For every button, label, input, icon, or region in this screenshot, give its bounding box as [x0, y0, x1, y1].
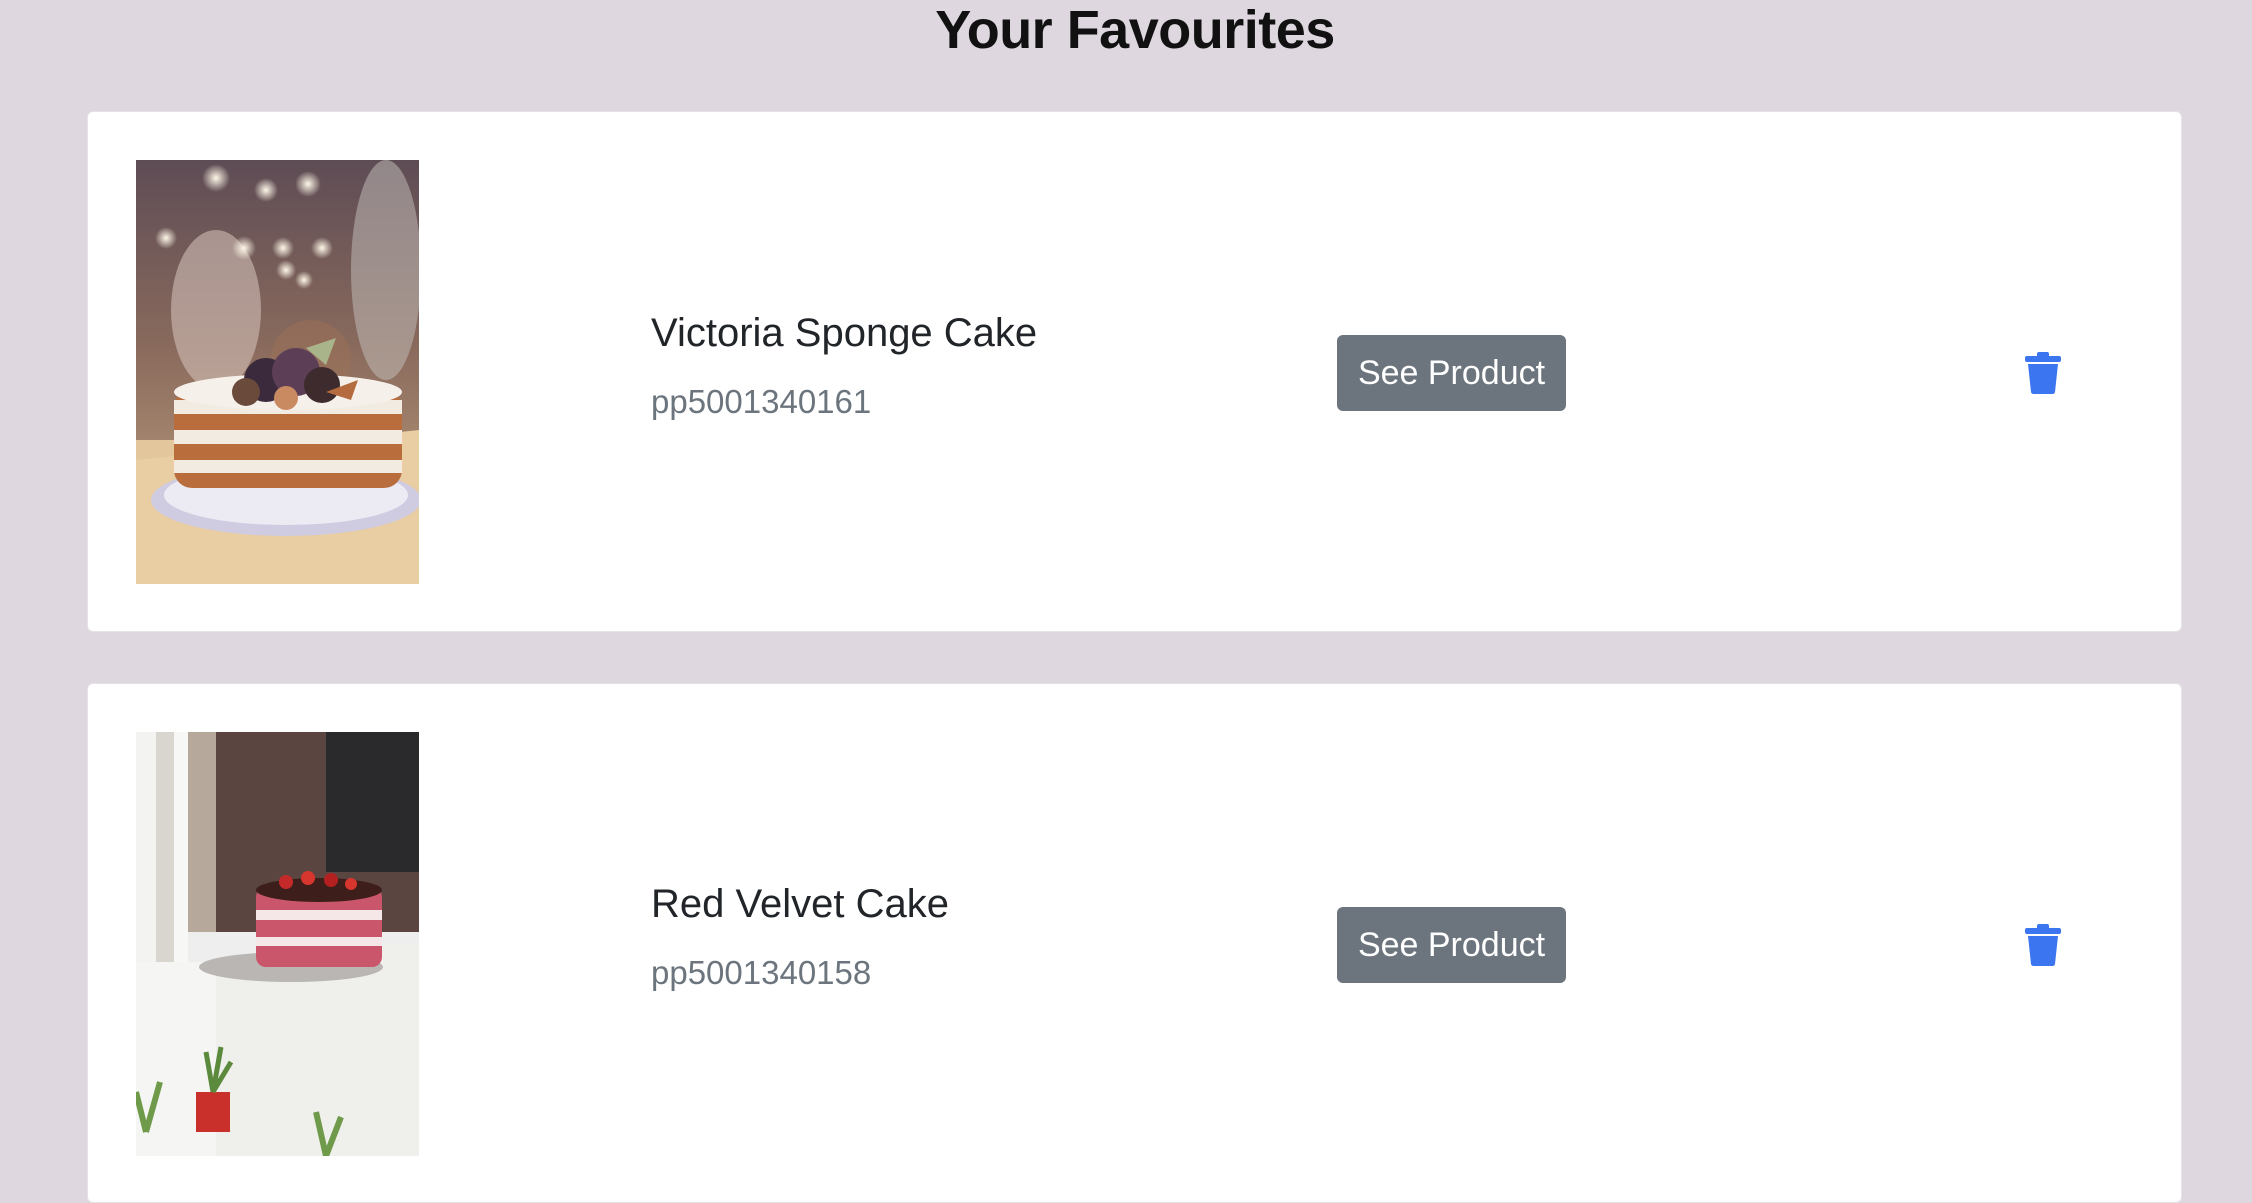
trash-icon [2025, 352, 2061, 394]
delete-favourite-button[interactable] [2023, 352, 2063, 394]
see-product-button[interactable]: See Product [1337, 335, 1566, 411]
cake-photo [136, 160, 419, 584]
product-sku: pp5001340161 [651, 383, 872, 420]
favourite-card: Victoria Sponge Cake pp5001340161 See Pr… [87, 111, 2182, 632]
delete-favourite-button[interactable] [2023, 924, 2063, 966]
product-name: Red Velvet Cake [651, 882, 949, 926]
page-title: Your Favourites [935, 0, 1335, 60]
product-sku: pp5001340158 [651, 954, 872, 991]
favourite-card: Red Velvet Cake pp5001340158 See Product [87, 683, 2182, 1203]
product-image[interactable] [136, 160, 419, 584]
see-product-button[interactable]: See Product [1337, 907, 1566, 983]
cake-photo [136, 732, 419, 1156]
product-name: Victoria Sponge Cake [651, 311, 1038, 355]
trash-icon [2025, 924, 2061, 966]
product-image[interactable] [136, 732, 419, 1156]
